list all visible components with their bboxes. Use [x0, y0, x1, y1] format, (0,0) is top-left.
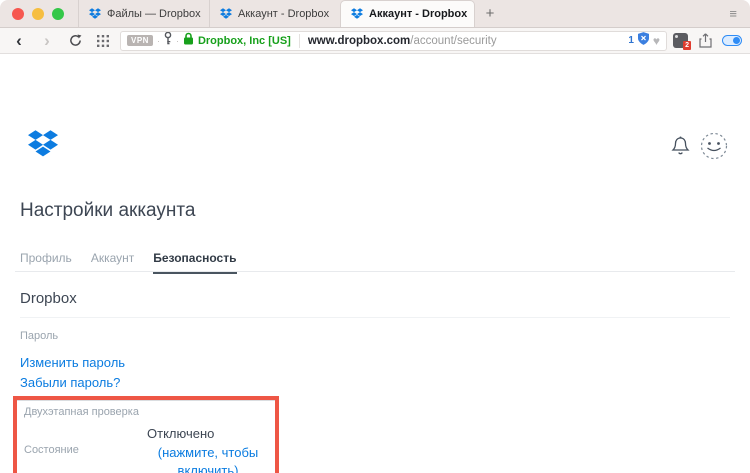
change-password-link[interactable]: Изменить пароль	[20, 355, 125, 370]
enable-link-line1: (нажмите, чтобы	[157, 445, 259, 460]
password-row-divider	[20, 317, 730, 318]
sidebar-toggle-icon[interactable]	[722, 35, 742, 46]
tab-files-dropbox[interactable]: Файлы — Dropbox	[78, 0, 209, 27]
enable-two-step-link[interactable]: (нажмите, чтобы включить)	[143, 444, 273, 473]
ssl-lock-icon[interactable]	[183, 32, 194, 50]
share-icon[interactable]	[694, 33, 716, 48]
key-icon[interactable]	[164, 31, 172, 50]
back-button[interactable]: ‹	[8, 31, 30, 51]
two-step-row: Двухэтапная проверка Состояние Отключено…	[17, 400, 275, 473]
tab-account-dropbox-1[interactable]: Аккаунт - Dropbox	[209, 0, 340, 27]
dropbox-security-page: Настройки аккаунта Профиль Аккаунт Безоп…	[0, 54, 750, 473]
status-value: Отключено	[147, 426, 215, 441]
navigation-toolbar: ‹ › VPN · · Dropbox, Inc [US] www.dropbo…	[0, 28, 750, 54]
notifications-bell-icon[interactable]	[671, 136, 690, 161]
tab-bar: Файлы — Dropbox Аккаунт - Dropbox Аккаун…	[0, 0, 750, 28]
dropbox-favicon-icon	[351, 8, 363, 20]
tab-title: Файлы — Dropbox	[107, 7, 201, 20]
close-window-button[interactable]	[12, 7, 24, 20]
new-tab-button[interactable]: +	[475, 0, 505, 27]
extension-dot	[675, 35, 678, 38]
traffic-lights	[0, 0, 78, 27]
zoom-window-button[interactable]	[52, 7, 64, 20]
tab-title: Аккаунт - Dropbox	[369, 8, 468, 20]
grid-icon[interactable]	[92, 34, 114, 47]
url-text[interactable]: www.dropbox.com/account/security	[308, 35, 497, 47]
dropbox-logo-icon[interactable]	[28, 130, 58, 164]
site-identity-label[interactable]: Dropbox, Inc [US]	[198, 35, 291, 47]
pocket-heart-icon[interactable]: ♥	[653, 34, 660, 48]
toggle-knob	[733, 37, 740, 44]
list-all-tabs-icon[interactable]: ≡	[717, 0, 750, 27]
state-label: Состояние	[24, 444, 79, 456]
reload-icon[interactable]	[64, 34, 86, 47]
tabbar-spacer	[505, 0, 717, 27]
protection-shield-icon[interactable]	[637, 31, 649, 50]
separator-dot: ·	[156, 35, 160, 46]
two-step-label: Двухэтапная проверка	[24, 406, 139, 418]
two-step-highlight-box: Двухэтапная проверка Состояние Отключено…	[13, 396, 279, 473]
extension-badge-count: 2	[683, 41, 691, 50]
adblock-extension-icon[interactable]: 2	[673, 33, 691, 50]
page-title: Настройки аккаунта	[20, 200, 196, 221]
enable-link-line2: включить)	[177, 463, 239, 473]
dropbox-section-heading: Dropbox	[20, 290, 77, 307]
tab-title: Аккаунт - Dropbox	[238, 7, 330, 20]
vpn-badge: VPN	[127, 35, 153, 46]
urlbar-separator	[298, 33, 300, 48]
forward-button[interactable]: ›	[36, 31, 58, 51]
account-avatar[interactable]	[700, 132, 728, 165]
dropbox-favicon-icon	[220, 7, 232, 20]
forgot-password-link[interactable]: Забыли пароль?	[20, 375, 120, 390]
shield-counter: 1	[628, 35, 634, 46]
separator-dot: ·	[175, 35, 179, 46]
dropbox-favicon-icon	[89, 7, 101, 20]
url-bar[interactable]: VPN · · Dropbox, Inc [US] www.dropbox.co…	[120, 30, 667, 51]
tab-account-dropbox-active[interactable]: Аккаунт - Dropbox	[340, 0, 475, 27]
url-path: /account/security	[410, 34, 497, 47]
minimize-window-button[interactable]	[32, 7, 44, 20]
password-label: Пароль	[20, 330, 59, 342]
tabs-divider	[15, 271, 735, 272]
browser-window: Файлы — Dropbox Аккаунт - Dropbox Аккаун…	[0, 0, 750, 473]
url-domain: www.dropbox.com	[307, 34, 411, 47]
